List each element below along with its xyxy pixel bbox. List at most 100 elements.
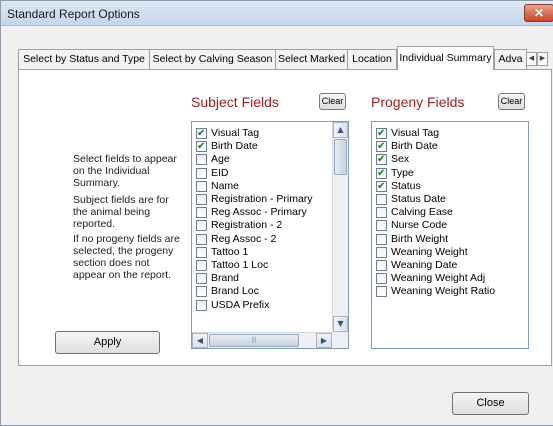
subject-field-item[interactable]: Age (196, 153, 230, 166)
tab-select-marked[interactable]: Select Marked (275, 49, 348, 69)
field-label: Birth Date (211, 140, 258, 153)
subject-field-item[interactable]: Birth Date (196, 140, 258, 153)
field-label: Weaning Date (391, 259, 458, 271)
subject-field-item[interactable]: Brand (196, 272, 239, 285)
checkbox[interactable] (196, 140, 207, 153)
subject-field-item[interactable]: Registration - Primary (196, 193, 313, 206)
help-paragraph-1: Select fields to appear on the Individua… (73, 153, 185, 189)
apply-button[interactable]: Apply (55, 331, 160, 354)
checkbox[interactable] (376, 180, 387, 193)
field-label: Status Date (391, 193, 446, 205)
help-line: appear on the report. (73, 269, 172, 281)
tab-location[interactable]: Location (347, 49, 397, 69)
checkbox[interactable] (376, 167, 387, 180)
scroll-down-icon[interactable]: ▼ (333, 316, 348, 332)
checkbox[interactable] (196, 220, 207, 232)
checkbox[interactable] (196, 154, 207, 166)
subject-field-item[interactable]: Name (196, 180, 239, 193)
field-label: Birth Weight (391, 232, 448, 245)
checkbox[interactable] (376, 273, 387, 285)
checkbox[interactable] (196, 299, 207, 311)
subject-field-item[interactable]: Reg Assoc - Primary (196, 206, 307, 219)
field-label: Brand Loc (211, 285, 259, 298)
checkbox[interactable] (196, 207, 207, 219)
checkbox[interactable] (196, 194, 207, 205)
checkbox[interactable] (376, 260, 387, 271)
tab-scroll-right-icon[interactable]: ▶ (537, 52, 548, 66)
tab-select-by-calving-season[interactable]: Select by Calving Season (149, 49, 276, 69)
field-label: EID (211, 166, 229, 179)
progeny-field-item[interactable]: Visual Tag (376, 127, 439, 140)
title-bar: Standard Report Options ✕ (1, 1, 553, 26)
field-label: Visual Tag (391, 127, 440, 139)
checkbox[interactable] (376, 194, 387, 205)
subject-field-item[interactable]: Visual Tag (196, 127, 259, 140)
tab-strip: Select by Status and Type Select by Calv… (18, 46, 552, 70)
subject-horizontal-scrollbar[interactable]: ◀ ||| ▶ (192, 332, 332, 348)
field-label: Calving Ease (391, 206, 453, 219)
tab-scroll-left-icon[interactable]: ◀ (526, 52, 537, 66)
checkbox[interactable] (196, 246, 207, 258)
progeny-field-item[interactable]: Type (376, 167, 414, 180)
checkbox[interactable] (196, 233, 207, 245)
progeny-field-item[interactable]: Calving Ease (376, 206, 453, 219)
progeny-field-item[interactable]: Weaning Weight (376, 246, 468, 259)
tab-select-by-status-and-type[interactable]: Select by Status and Type (18, 49, 150, 69)
scroll-thumb[interactable]: ||| (209, 334, 299, 347)
progeny-field-item[interactable]: Sex (376, 153, 409, 166)
checkbox[interactable] (376, 246, 387, 258)
subject-field-item[interactable]: USDA Prefix (196, 299, 269, 312)
progeny-field-item[interactable]: Status (376, 180, 421, 193)
scroll-up-icon[interactable]: ▲ (333, 122, 348, 138)
progeny-field-item[interactable]: Weaning Weight Adj (376, 272, 485, 285)
progeny-field-item[interactable]: Birth Weight (376, 233, 448, 246)
checkbox[interactable] (196, 273, 207, 285)
checkbox[interactable] (376, 140, 387, 153)
subject-field-item[interactable]: Tattoo 1 (196, 246, 248, 259)
checkbox[interactable] (376, 127, 387, 140)
progeny-clear-button[interactable]: Clear (498, 93, 525, 110)
close-window-icon[interactable]: ✕ (524, 4, 553, 22)
subject-field-item[interactable]: Reg Assoc - 2 (196, 233, 276, 246)
scroll-left-icon[interactable]: ◀ (192, 333, 208, 348)
checkbox[interactable] (196, 260, 207, 271)
checkbox[interactable] (196, 167, 207, 179)
field-label: Name (211, 179, 240, 192)
progeny-field-item[interactable]: Weaning Date (376, 259, 457, 272)
checkbox[interactable] (376, 207, 387, 219)
subject-field-item[interactable]: EID (196, 167, 229, 180)
report-options-window: Standard Report Options ✕ Select by Stat… (0, 0, 553, 426)
checkbox[interactable] (196, 286, 207, 298)
subject-field-item[interactable]: Brand Loc (196, 285, 259, 298)
subject-clear-button[interactable]: Clear (319, 93, 346, 110)
checkbox[interactable] (196, 127, 207, 140)
progeny-fields-heading: Progeny Fields (371, 94, 465, 110)
field-label: Nurse Code (391, 219, 448, 232)
help-paragraph-3: If no progeny fields are selected, the p… (73, 233, 185, 281)
progeny-field-item[interactable]: Status Date (376, 193, 446, 206)
checkbox[interactable] (376, 286, 387, 298)
help-line: on the Individual (73, 165, 150, 177)
subject-fields-heading: Subject Fields (191, 94, 279, 110)
field-label: Visual Tag (211, 127, 260, 139)
checkbox[interactable] (376, 233, 387, 245)
help-line: Select fields to appear (73, 153, 177, 165)
close-button[interactable]: Close (452, 392, 529, 415)
scroll-thumb[interactable] (334, 139, 347, 175)
checkbox[interactable] (196, 180, 207, 192)
tab-advanced[interactable]: Adva (494, 49, 527, 69)
checkbox[interactable] (376, 153, 387, 166)
field-label: Reg Assoc - 2 (211, 232, 277, 245)
progeny-field-item[interactable]: Nurse Code (376, 219, 447, 232)
subject-vertical-scrollbar[interactable]: ▲ ▼ (332, 122, 348, 332)
subject-field-item[interactable]: Tattoo 1 Loc (196, 259, 268, 272)
checkbox[interactable] (376, 220, 387, 232)
subject-fields-list[interactable]: Visual TagBirth DateAgeEIDNameRegistrati… (191, 121, 349, 349)
tab-individual-summary[interactable]: Individual Summary (397, 46, 494, 70)
progeny-fields-list[interactable]: Visual TagBirth DateSexTypeStatusStatus … (371, 121, 529, 349)
subject-field-item[interactable]: Registration - 2 (196, 219, 282, 232)
scroll-right-icon[interactable]: ▶ (316, 333, 332, 348)
help-line: section does not (73, 257, 150, 269)
progeny-field-item[interactable]: Birth Date (376, 140, 438, 153)
progeny-field-item[interactable]: Weaning Weight Ratio (376, 285, 495, 298)
